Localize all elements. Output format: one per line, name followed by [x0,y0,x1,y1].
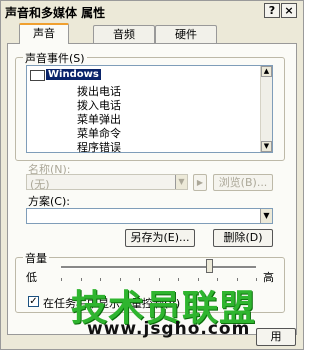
play-button[interactable]: ▶ [193,174,207,191]
watermark-url: www.jsgho.com [87,319,251,339]
list-item[interactable]: 程序错误 [77,139,121,155]
list-item[interactable]: Windows [46,69,101,80]
volume-tick [256,278,257,281]
sound-name-combo[interactable]: (无) ▼ [26,174,188,191]
tab-sounds[interactable]: 声音 [19,23,69,44]
tab-audio[interactable]: 音频 [93,25,155,43]
title-bar: 声音和多媒体 属性 ? × [1,1,303,21]
scroll-up-icon[interactable]: ▲ [261,66,272,77]
save-as-button[interactable]: 另存为(E)... [125,229,195,247]
close-button[interactable]: × [281,3,297,18]
properties-window: 声音和多媒体 属性 ? × 声音 音频 硬件 声音事件(S) Windows 拨… [0,0,304,350]
list-scrollbar[interactable]: ▲ ▼ [260,66,272,152]
delete-button[interactable]: 删除(D) [213,229,273,247]
show-volume-checkbox[interactable]: ✓ [28,296,39,307]
apply-button[interactable]: 用 [256,328,296,346]
sound-name-value: (无) [30,178,50,191]
sound-events-label: 声音事件(S) [23,50,87,66]
folder-icon [30,70,45,81]
volume-slider-thumb[interactable] [206,259,213,273]
volume-slider-track[interactable] [61,266,256,269]
sound-events-list[interactable]: Windows 拨出电话 拨入电话 菜单弹出 菜单命令 程序错误 ▲ ▼ [26,65,273,155]
volume-label: 音量 [23,250,49,266]
browse-button[interactable]: 浏览(B)... [213,174,273,191]
window-title: 声音和多媒体 属性 [5,6,106,20]
scheme-combo[interactable]: ▼ [26,208,273,224]
help-button[interactable]: ? [264,3,280,18]
volume-tick [61,278,62,281]
chevron-down-icon[interactable]: ▼ [260,209,272,223]
scheme-label: 方案(C): [28,195,70,208]
scroll-down-icon[interactable]: ▼ [261,141,272,152]
volume-low-label: 低 [26,271,37,284]
volume-high-label: 高 [263,271,274,284]
tab-hardware[interactable]: 硬件 [155,25,217,43]
chevron-down-icon[interactable]: ▼ [175,175,187,189]
